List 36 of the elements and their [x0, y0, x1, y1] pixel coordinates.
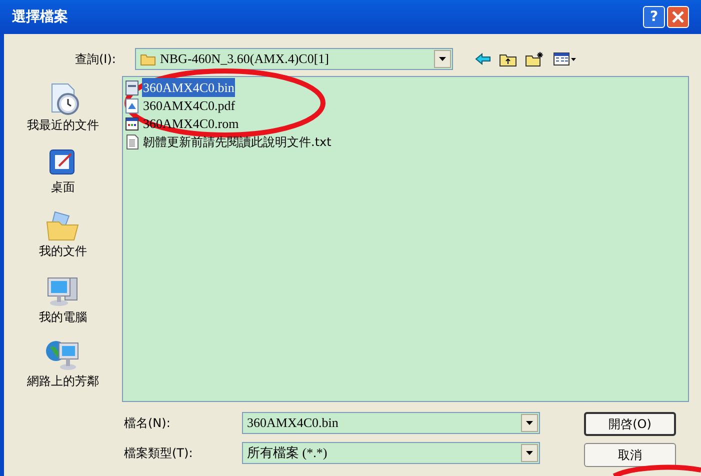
file-type-dropdown[interactable]: 所有檔案 (*.*)	[242, 442, 540, 464]
dropdown-button[interactable]	[521, 414, 538, 432]
dropdown-button[interactable]	[434, 50, 451, 68]
places-item[interactable]: 桌面	[8, 146, 118, 204]
folder-icon	[140, 52, 156, 66]
dialog-button[interactable]: 取消	[584, 443, 676, 467]
look-in-dropdown[interactable]: NBG-460N_3.60(AMX.4)C0[1]	[135, 48, 453, 70]
file-item[interactable]: 韌體更新前請先閱讀此說明文件.txt	[125, 133, 332, 150]
dropdown-button[interactable]	[521, 444, 538, 462]
close-button[interactable]	[667, 6, 689, 28]
up-folder-icon[interactable]	[499, 52, 517, 66]
look-in-label: 查詢(I):	[75, 51, 117, 68]
file-icon	[125, 80, 139, 96]
window-title: 選擇檔案	[12, 8, 69, 26]
dialog-button[interactable]: 開啓(O)	[584, 412, 676, 436]
places-item[interactable]: 我的文件	[8, 210, 118, 268]
view-menu-icon[interactable]	[553, 52, 577, 66]
file-type-label: 檔案類型(T):	[123, 445, 194, 462]
folder-documents-icon	[45, 210, 81, 242]
text-file-icon	[125, 134, 139, 150]
caret-icon	[526, 451, 533, 455]
document-icon	[125, 98, 139, 114]
program-window-icon	[125, 116, 139, 132]
new-folder-icon[interactable]	[525, 51, 545, 67]
places-item[interactable]: 網路上的芳鄰	[8, 338, 118, 396]
network-computer-icon	[45, 338, 81, 372]
file-name-field[interactable]: 360AMX4C0.bin	[242, 412, 540, 434]
places-item[interactable]: 我的電腦	[8, 274, 118, 332]
help-button[interactable]: ?	[643, 6, 665, 28]
file-item[interactable]: 360AMX4C0.pdf	[125, 97, 236, 114]
file-name-label: 檔名(N):	[123, 415, 172, 432]
close-icon	[672, 11, 684, 23]
places-item[interactable]: 我最近的文件	[8, 82, 118, 140]
back-arrow-icon[interactable]	[475, 53, 491, 65]
caret-icon	[526, 421, 533, 425]
caret-icon	[439, 57, 446, 61]
